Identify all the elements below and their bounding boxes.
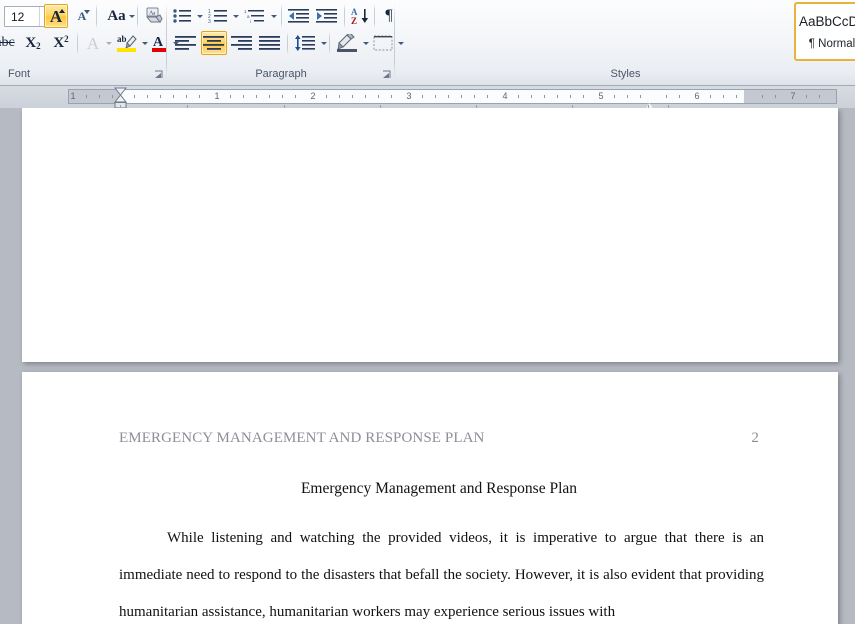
borders-button[interactable] — [371, 31, 395, 55]
word-document-window: 12 A A Aa A a bc X 2 X 2 A ab A Font 1 2… — [0, 0, 855, 624]
justify-button[interactable] — [257, 31, 283, 55]
svg-text:i: i — [250, 19, 251, 24]
multilevel-list-dropdown-icon[interactable] — [268, 6, 279, 26]
numbering-dropdown-icon[interactable] — [230, 6, 241, 26]
ribbon-group-paragraph: 1 2 3 1 a i A Z ¶ Paragraph — [168, 0, 404, 85]
shading-button[interactable] — [334, 31, 360, 55]
line-spacing-button[interactable] — [292, 31, 318, 55]
svg-text:A: A — [153, 35, 164, 50]
paragraph-dialog-launcher[interactable] — [381, 69, 393, 81]
subscript-button[interactable]: X 2 — [20, 31, 46, 55]
style-preview-normal: AaBbCcDc — [798, 13, 855, 29]
svg-text:ab: ab — [117, 34, 127, 44]
strikethrough-button[interactable]: abc — [0, 31, 16, 55]
style-item-normal[interactable]: AaBbCcDc ¶ Normal — [794, 2, 855, 61]
style-label-normal: ¶ Normal — [808, 38, 855, 50]
ruler-number-1: 1 — [214, 91, 220, 101]
ruler-number-6: 6 — [694, 91, 700, 101]
text-effects-button[interactable]: A — [81, 31, 105, 55]
ribbon-group-font: 12 A A Aa A a bc X 2 X 2 A ab A Font — [0, 0, 179, 85]
line-spacing-dropdown-icon[interactable] — [318, 33, 329, 53]
ribbon: 12 A A Aa A a bc X 2 X 2 A ab A Font 1 2… — [0, 0, 855, 86]
styles-gallery: AaBbCcDc ¶ Normal AaBbCcDc ¶ No Spaci...… — [794, 2, 855, 63]
change-case-dropdown-icon[interactable] — [126, 6, 137, 26]
svg-text:Z: Z — [351, 16, 357, 25]
text-highlight-color-button[interactable]: ab — [114, 31, 140, 55]
ruler-number-4: 4 — [502, 91, 508, 101]
align-center-button[interactable] — [201, 31, 227, 55]
document-running-header: EMERGENCY MANAGEMENT AND RESPONSE PLAN 2 — [119, 430, 759, 447]
document-page-2[interactable]: EMERGENCY MANAGEMENT AND RESPONSE PLAN 2… — [22, 372, 838, 624]
header-page-number: 2 — [751, 430, 759, 446]
clear-formatting-button[interactable]: A a — [141, 4, 166, 28]
bullets-dropdown-icon[interactable] — [194, 6, 205, 26]
shading-dropdown-icon[interactable] — [360, 33, 371, 53]
svg-text:3: 3 — [208, 19, 211, 24]
tab-stop-marker[interactable] — [644, 99, 655, 111]
text-effects-dropdown-icon[interactable] — [103, 33, 114, 53]
font-group-label: Font — [8, 68, 31, 80]
font-dialog-launcher[interactable] — [153, 69, 165, 81]
ruler-number-7: 7 — [790, 91, 796, 101]
align-right-button[interactable] — [229, 31, 255, 55]
font-size-value: 12 — [11, 9, 25, 24]
horizontal-ruler[interactable]: 1 1 2 3 4 5 6 7 — [0, 86, 855, 111]
document-page-1[interactable] — [22, 108, 838, 362]
ruler-number-3: 3 — [406, 91, 412, 101]
ruler-number-0: 1 — [70, 91, 76, 101]
align-left-button[interactable] — [173, 31, 199, 55]
numbering-button[interactable]: 1 2 3 — [206, 4, 230, 28]
header-title-text: EMERGENCY MANAGEMENT AND RESPONSE PLAN — [119, 430, 485, 446]
sort-button[interactable]: A Z — [349, 4, 373, 28]
shrink-font-button[interactable]: A — [70, 4, 94, 28]
multilevel-list-button[interactable]: 1 a i — [242, 4, 268, 28]
bullets-button[interactable] — [170, 4, 194, 28]
superscript-button[interactable]: X 2 — [48, 31, 74, 55]
styles-group-label: Styles — [610, 68, 641, 80]
ruler-number-2: 2 — [310, 91, 316, 101]
paragraph-group-label: Paragraph — [255, 68, 307, 80]
document-body-paragraph: While listening and watching the provide… — [119, 530, 764, 620]
document-canvas[interactable]: EMERGENCY MANAGEMENT AND RESPONSE PLAN 2… — [0, 108, 855, 624]
increase-indent-button[interactable] — [314, 4, 340, 28]
ribbon-group-styles: AaBbCcDc ¶ Normal AaBbCcDc ¶ No Spaci...… — [396, 0, 855, 85]
document-title: Emergency Management and Response Plan — [300, 480, 578, 497]
ruler-track[interactable]: 1 1 2 3 4 5 6 7 — [68, 89, 837, 111]
decrease-indent-button[interactable] — [286, 4, 312, 28]
ruler-number-5: 5 — [598, 91, 604, 101]
grow-font-button[interactable]: A — [44, 4, 68, 28]
